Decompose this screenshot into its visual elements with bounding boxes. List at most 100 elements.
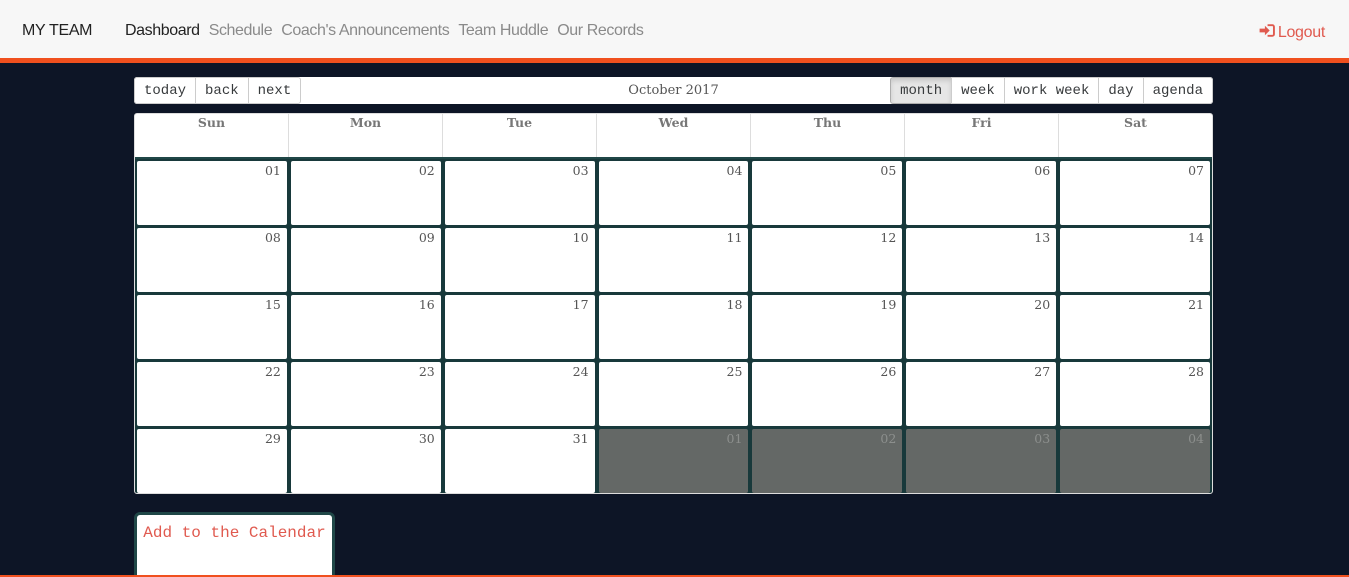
week-row: 15 16 17 18 19 20 21	[135, 293, 1212, 360]
calendar-nav-group: today back next	[134, 77, 302, 104]
day-cell[interactable]: 02	[290, 161, 441, 225]
day-cell[interactable]: 16	[290, 295, 441, 359]
day-cell-off-range[interactable]: 01	[598, 429, 749, 493]
day-cell[interactable]: 11	[598, 228, 749, 292]
day-number[interactable]: 25	[727, 364, 743, 379]
day-number[interactable]: 01	[265, 163, 281, 178]
day-cell[interactable]: 17	[444, 295, 595, 359]
nav-links: Dashboard Schedule Coach's Announcements…	[125, 22, 644, 40]
day-cell[interactable]: 26	[752, 362, 903, 426]
nav-link-team-huddle[interactable]: Team Huddle	[458, 22, 548, 40]
next-button[interactable]: next	[247, 77, 302, 104]
nav-link-announcements[interactable]: Coach's Announcements	[281, 22, 450, 40]
day-number[interactable]: 12	[880, 230, 896, 245]
day-number[interactable]: 09	[419, 230, 435, 245]
day-cell[interactable]: 25	[598, 362, 749, 426]
brand-title[interactable]: MY TEAM	[22, 22, 93, 40]
day-number[interactable]: 21	[1188, 297, 1204, 312]
day-number[interactable]: 15	[265, 297, 281, 312]
day-number[interactable]: 22	[265, 364, 281, 379]
day-number[interactable]: 01	[727, 431, 743, 446]
week-row: 01 02 03 04 05 06 07	[135, 159, 1212, 226]
day-number[interactable]: 02	[419, 163, 435, 178]
month-calendar: Sun Mon Tue Wed Thu Fri Sat 01 02 03 04 05 06…	[134, 113, 1213, 494]
day-number[interactable]: 05	[880, 163, 896, 178]
day-cell[interactable]: 06	[906, 161, 1057, 225]
day-number[interactable]: 06	[1034, 163, 1050, 178]
day-cell-off-range[interactable]: 03	[906, 429, 1057, 493]
day-number[interactable]: 31	[573, 431, 589, 446]
day-cell[interactable]: 10	[444, 228, 595, 292]
day-cell[interactable]: 03	[444, 161, 595, 225]
day-number[interactable]: 24	[573, 364, 589, 379]
day-number[interactable]: 04	[1188, 431, 1204, 446]
week-row: 08 09 10 11 12 13 14	[135, 226, 1212, 293]
day-number[interactable]: 23	[419, 364, 435, 379]
day-number[interactable]: 28	[1188, 364, 1204, 379]
day-cell[interactable]: 31	[444, 429, 595, 493]
day-cell[interactable]: 20	[906, 295, 1057, 359]
day-number[interactable]: 20	[1034, 297, 1050, 312]
day-number[interactable]: 14	[1188, 230, 1204, 245]
day-number[interactable]: 08	[265, 230, 281, 245]
day-cell[interactable]: 30	[290, 429, 441, 493]
day-cell[interactable]: 08	[137, 228, 287, 292]
day-cell[interactable]: 23	[290, 362, 441, 426]
add-to-calendar-button[interactable]: Add to the Calendar	[134, 512, 335, 577]
nav-link-schedule[interactable]: Schedule	[209, 22, 273, 40]
weekday-header: Sun	[197, 115, 226, 130]
day-view-button[interactable]: day	[1098, 77, 1144, 104]
day-number[interactable]: 11	[727, 230, 743, 245]
month-view-button[interactable]: month	[890, 77, 953, 104]
day-number[interactable]: 03	[1034, 431, 1050, 446]
day-number[interactable]: 07	[1188, 163, 1204, 178]
agenda-view-button[interactable]: agenda	[1142, 77, 1213, 104]
day-cell[interactable]: 01	[137, 161, 287, 225]
day-cell[interactable]: 15	[137, 295, 287, 359]
week-row: 22 23 24 25 26 27 28	[135, 360, 1212, 427]
weekday-header: Sat	[1058, 114, 1212, 157]
day-cell[interactable]: 13	[906, 228, 1057, 292]
day-cell[interactable]: 27	[906, 362, 1057, 426]
weekday-header: Mon	[288, 114, 442, 157]
weekday-header: Thu	[750, 114, 904, 157]
day-cell[interactable]: 29	[137, 429, 287, 493]
day-cell[interactable]: 04	[598, 161, 749, 225]
day-number[interactable]: 04	[727, 163, 743, 178]
day-number[interactable]: 18	[727, 297, 743, 312]
day-number[interactable]: 26	[880, 364, 896, 379]
day-number[interactable]: 10	[573, 230, 589, 245]
day-number[interactable]: 19	[880, 297, 896, 312]
nav-link-dashboard[interactable]: Dashboard	[125, 22, 200, 40]
nav-link-our-records[interactable]: Our Records	[557, 22, 644, 40]
day-number[interactable]: 27	[1034, 364, 1050, 379]
back-button[interactable]: back	[195, 77, 249, 104]
day-number[interactable]: 17	[573, 297, 589, 312]
day-number[interactable]: 03	[573, 163, 589, 178]
day-cell[interactable]: 12	[752, 228, 903, 292]
day-cell[interactable]: 18	[598, 295, 749, 359]
day-cell-off-range[interactable]: 02	[752, 429, 903, 493]
day-number[interactable]: 13	[1034, 230, 1050, 245]
day-number[interactable]: 29	[265, 431, 281, 446]
work-week-view-button[interactable]: work week	[1003, 77, 1100, 104]
weekday-header: Fri	[904, 114, 1058, 157]
day-cell[interactable]: 07	[1060, 161, 1211, 225]
day-number[interactable]: 16	[419, 297, 435, 312]
day-cell[interactable]: 28	[1060, 362, 1211, 426]
day-cell[interactable]: 22	[137, 362, 287, 426]
day-cell[interactable]: 14	[1060, 228, 1211, 292]
week-view-button[interactable]: week	[951, 77, 1005, 104]
day-cell-off-range[interactable]: 04	[1060, 429, 1211, 493]
day-cell[interactable]: 05	[752, 161, 903, 225]
day-number[interactable]: 30	[419, 431, 435, 446]
day-number[interactable]: 02	[880, 431, 896, 446]
today-button[interactable]: today	[134, 77, 197, 104]
day-cell[interactable]: 24	[444, 362, 595, 426]
logout-label: Logout	[1277, 24, 1325, 41]
day-cell[interactable]: 19	[752, 295, 903, 359]
day-cell[interactable]: 09	[290, 228, 441, 292]
day-cell[interactable]: 21	[1060, 295, 1211, 359]
logout-link[interactable]: Logout	[1258, 22, 1325, 44]
weekday-header: Tue	[442, 114, 596, 157]
